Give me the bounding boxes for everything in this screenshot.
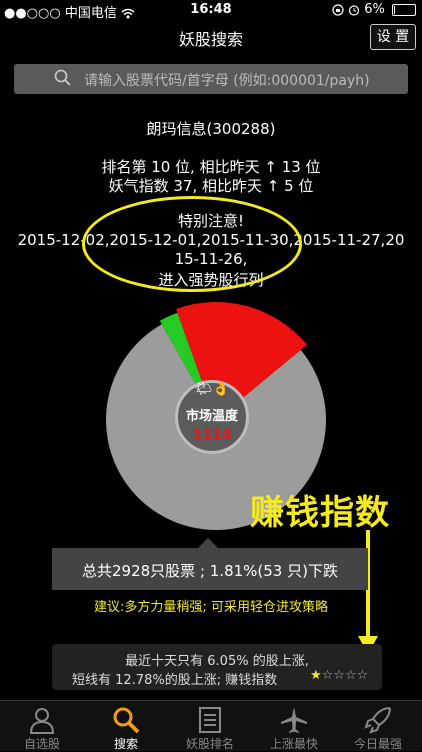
tab-watchlist[interactable]: 自选股 [0, 701, 84, 751]
stock-name: 朗玛信息(300288) [146, 120, 276, 138]
tab-label: 今日最强 [353, 737, 402, 751]
tab-label: 上涨最快 [269, 737, 318, 751]
star-off-icon: ☆☆☆☆ [321, 668, 369, 683]
status-bar: ●●○○○ 中国电信 16:48 6% [0, 0, 422, 21]
index-line: 妖气指数 37, 相比昨天 ↑ 5 位 [108, 177, 314, 195]
rank-line: 排名第 10 位, 相比昨天 ↑ 13 位 [101, 158, 321, 176]
tab-fastest-rising[interactable]: 上涨最快 [252, 701, 336, 751]
star-on-icon: ★ [310, 668, 322, 683]
battery-percent: 6% [364, 2, 385, 17]
rocket-icon [364, 706, 392, 734]
person-icon [29, 708, 55, 734]
tab-label: 自选股 [23, 737, 60, 751]
nav-bar: 妖股搜索 设 置 [0, 20, 422, 60]
alarm-icon [348, 2, 364, 17]
search-icon [113, 707, 140, 734]
summary-line2: 短线有 12.78%的股上涨; 赚钱指数 [72, 673, 278, 688]
earn-rating: ★☆☆☆☆ [310, 668, 368, 683]
tab-bar: 自选股 搜索 妖股排名 上涨最快 今日最强 [0, 700, 422, 751]
temperature-label: 市场温度 [185, 409, 238, 424]
temperature-badge[interactable]: 🌤👌 市场温度 1114 [175, 380, 249, 454]
tooltip-pointer [198, 538, 218, 548]
search-input[interactable]: 请输入股票代码/首字母 (例如:000001/payh) [14, 64, 408, 94]
tab-strongest-today[interactable]: 今日最强 [336, 701, 420, 751]
tab-ranking[interactable]: 妖股排名 [168, 701, 252, 751]
summary-line1: 最近十天只有 6.05% 的股上涨, [125, 654, 309, 669]
search-icon [54, 69, 72, 91]
temperature-value: 1114 [192, 427, 232, 443]
advice-text: 建议:多方力量稍强; 可采用轻仓进攻策略 [94, 600, 328, 615]
market-tooltip: 总共2928只股票 ; 1.81%(53 只)下跌 [52, 538, 368, 590]
list-icon [199, 707, 221, 733]
summary-panel: 最近十天只有 6.05% 的股上涨, 短线有 12.78%的股上涨; 赚钱指数 … [52, 644, 382, 690]
sun-ok-icon: 🌤👌 [194, 381, 230, 397]
tab-label: 搜索 [113, 737, 138, 751]
earn-index-annotation: 赚钱指数 [250, 493, 390, 533]
airplane-icon [281, 707, 307, 733]
search-placeholder: 请输入股票代码/首字母 (例如:000001/payh) [84, 73, 370, 89]
tab-label: 妖股排名 [185, 737, 234, 751]
tooltip-text: 总共2928只股票 ; 1.81%(53 只)下跌 [82, 562, 338, 580]
highlight-ellipse [82, 196, 302, 292]
battery-icon [392, 3, 416, 16]
tab-search[interactable]: 搜索 [84, 701, 168, 751]
settings-button[interactable]: 设 置 [370, 24, 416, 50]
page-title: 妖股搜索 [178, 30, 243, 49]
status-right: 6% [332, 2, 416, 17]
lock-rotation-icon [332, 2, 348, 17]
